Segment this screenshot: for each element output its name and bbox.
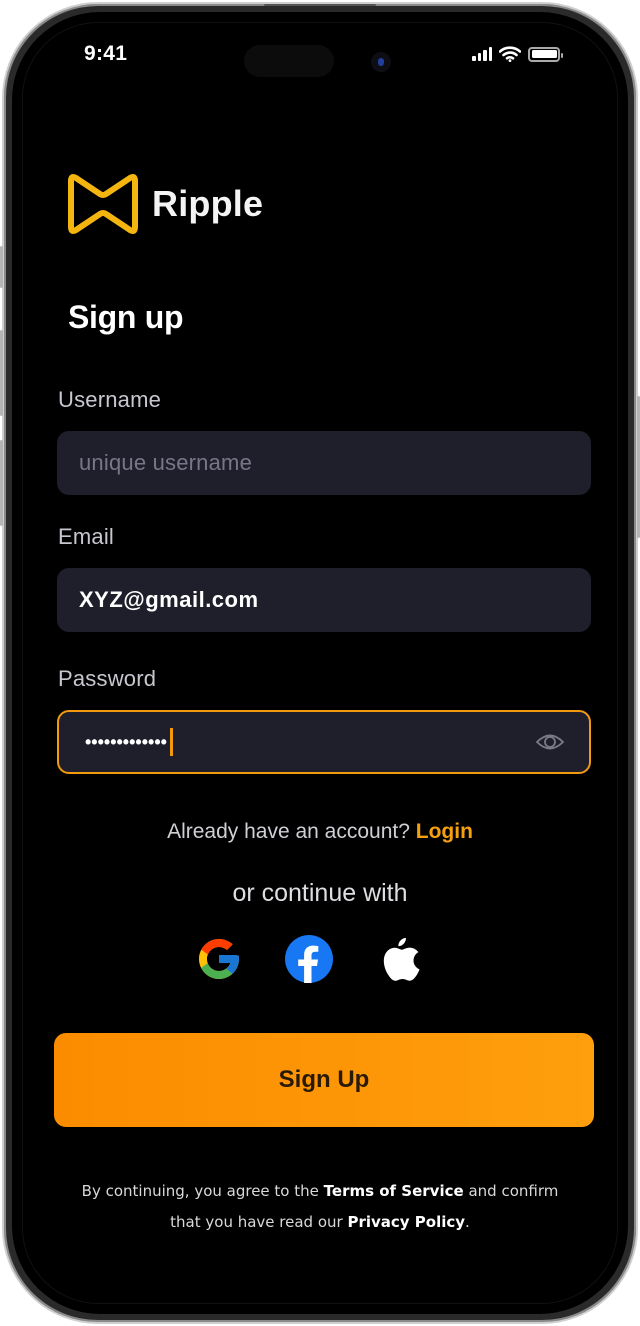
login-prompt-text: Already have an account? — [167, 820, 410, 843]
brand-logo: Ripple — [68, 172, 263, 236]
username-field[interactable]: unique username — [57, 431, 591, 495]
legal-text: that you have read our — [170, 1213, 343, 1231]
password-label: Password — [58, 666, 157, 691]
legal-line-1: By continuing, you agree to the Terms of… — [0, 1176, 640, 1207]
page-title: Sign up — [68, 299, 184, 335]
apple-button[interactable] — [374, 934, 424, 984]
legal-text: and confirm — [468, 1182, 559, 1200]
google-icon — [199, 939, 239, 979]
login-prompt: Already have an account? Login — [0, 820, 640, 844]
wifi-icon — [499, 46, 521, 62]
cellular-signal-icon — [472, 47, 492, 61]
brand-name: Ripple — [152, 183, 264, 224]
legal-notice: By continuing, you agree to the Terms of… — [0, 1176, 640, 1238]
email-value: XYZ@gmail.com — [79, 587, 259, 612]
apple-icon — [383, 937, 420, 981]
social-buttons — [194, 934, 424, 984]
legal-text: By continuing, you agree to the — [81, 1182, 319, 1200]
facebook-button[interactable] — [284, 934, 334, 984]
google-button[interactable] — [194, 934, 244, 984]
eye-icon[interactable] — [535, 732, 565, 752]
username-label: Username — [58, 387, 162, 412]
legal-line-2: that you have read our Privacy Policy. — [0, 1207, 640, 1238]
terms-of-service-link[interactable]: Terms of Service — [324, 1182, 464, 1200]
facebook-icon — [285, 935, 333, 983]
legal-period: . — [465, 1213, 470, 1231]
password-field[interactable]: ••••••••••••• — [57, 710, 591, 774]
username-placeholder: unique username — [79, 450, 253, 475]
email-label: Email — [58, 524, 115, 549]
password-value: ••••••••••••• — [85, 731, 167, 752]
privacy-policy-link[interactable]: Privacy Policy — [347, 1213, 465, 1231]
volume-down-button — [0, 440, 3, 526]
login-link[interactable]: Login — [416, 820, 473, 843]
device-top-edge — [264, 4, 376, 6]
social-heading: or continue with — [232, 879, 408, 907]
silent-switch — [0, 246, 3, 288]
dynamic-island — [244, 45, 334, 77]
email-field[interactable]: XYZ@gmail.com — [57, 568, 591, 632]
volume-up-button — [0, 330, 3, 416]
sign-up-button[interactable]: Sign Up — [54, 1033, 594, 1127]
battery-icon — [528, 46, 563, 62]
front-camera — [371, 52, 391, 72]
ripple-bowtie-logo-icon — [68, 174, 138, 234]
status-time: 9:41 — [84, 42, 128, 65]
text-cursor — [169, 728, 173, 756]
status-icons — [472, 46, 563, 62]
